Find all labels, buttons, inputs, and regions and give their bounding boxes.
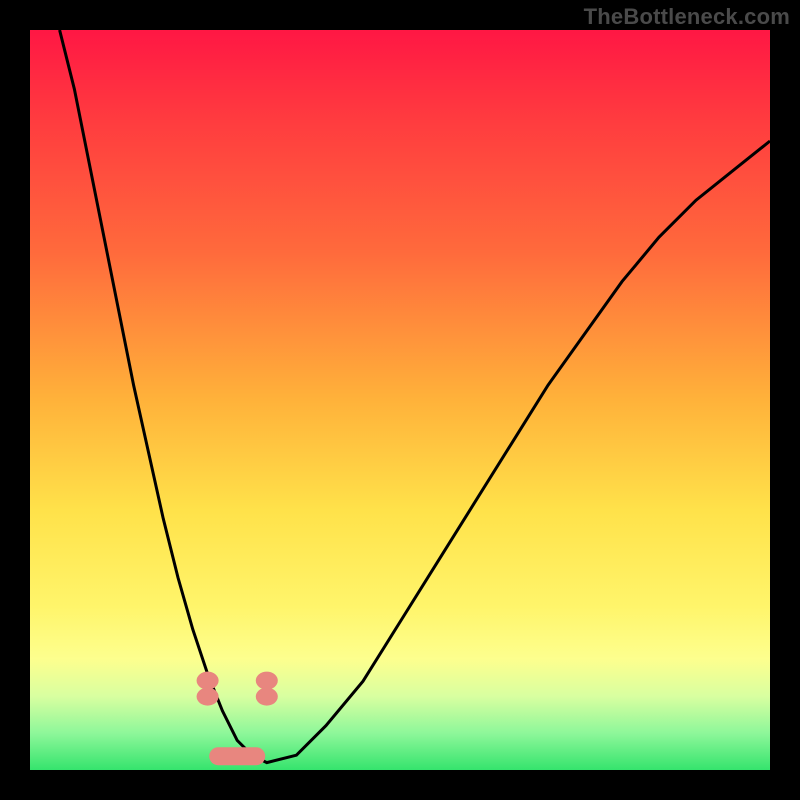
outer-frame: TheBottleneck.com <box>0 0 800 800</box>
curve-markers <box>197 672 278 766</box>
bottleneck-curve <box>30 30 770 770</box>
chart-plot-area <box>30 30 770 770</box>
watermark-text: TheBottleneck.com <box>584 4 790 30</box>
curve-line <box>60 30 770 763</box>
